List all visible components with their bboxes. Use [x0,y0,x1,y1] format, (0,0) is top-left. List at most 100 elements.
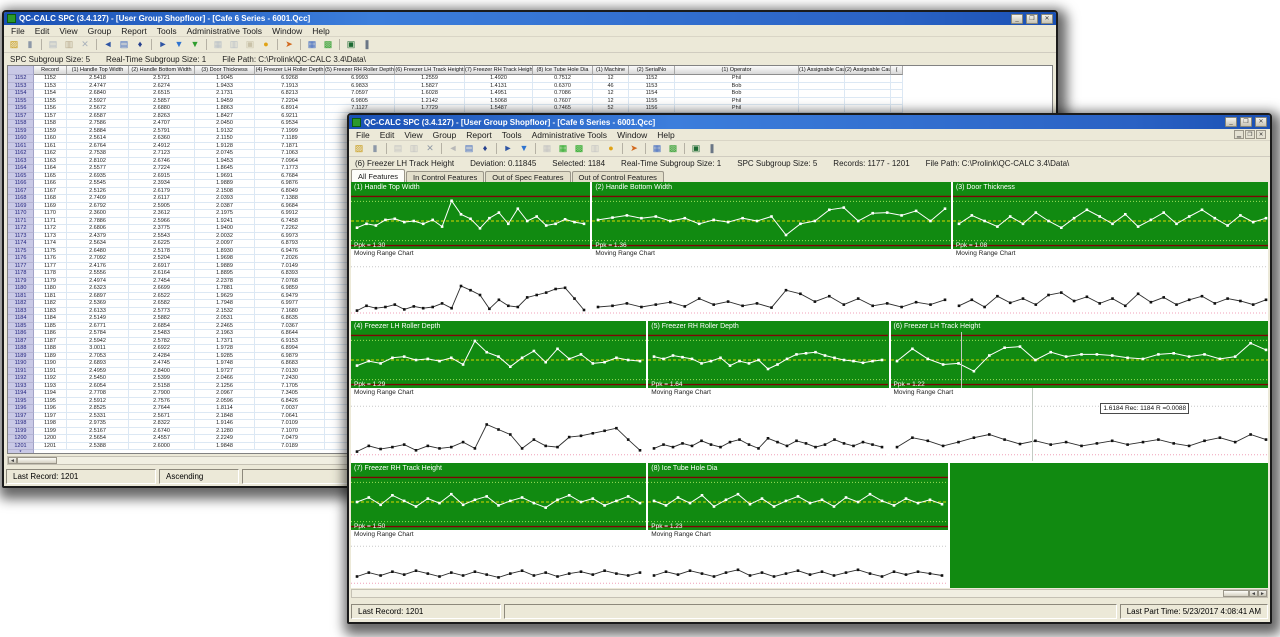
paste-icon[interactable]: ▥ [407,142,421,155]
front-menu-view[interactable]: View [399,130,427,140]
delete-x-icon[interactable]: ✕ [423,142,437,155]
front-horizontal-scrollbar[interactable]: ◄ ► [351,589,1268,598]
grid-icon[interactable]: ▦ [211,38,225,51]
gage-icon[interactable]: ▣ [243,38,257,51]
moving-range-series[interactable] [648,540,948,588]
moving-range-series[interactable] [351,398,646,461]
open-file-icon[interactable]: ▨ [7,38,21,51]
xbar-series[interactable] [648,332,888,388]
wrench-icon[interactable]: ➤ [627,142,641,155]
scroll-thumb[interactable] [17,457,57,464]
xbar-chart[interactable]: Ppk = 1.22 [891,332,1268,388]
report-icon[interactable]: ▤ [117,38,131,51]
back-menu-administrative-tools[interactable]: Administrative Tools [182,26,267,36]
tab-in-control-features[interactable]: In Control Features [406,171,484,182]
tab-out-of-spec-features[interactable]: Out of Spec Features [485,171,570,182]
tab-out-of-control-features[interactable]: Out of Control Features [572,171,664,182]
table-row[interactable]: 115311532.47472.62741.94337.19136.98331.… [8,83,1052,91]
delete-record-icon[interactable]: ▮ [23,38,37,51]
moving-range-chart[interactable] [351,398,646,461]
minimize-button[interactable]: _ [1225,117,1237,127]
back-titlebar[interactable]: QC-CALC SPC (3.4.127) - [User Group Shop… [4,12,1056,25]
column-header[interactable]: (1) Machine [593,66,629,75]
column-header[interactable]: (2) SerialNo [629,66,675,75]
table-row[interactable]: 115411542.68402.65152.17316.82137.05971.… [8,90,1052,98]
datasheet-icon[interactable]: ▦ [650,142,664,155]
front-menu-tools[interactable]: Tools [497,130,527,140]
xbar-chart[interactable]: Ppk = 1.08 [953,193,1268,249]
wrench-icon[interactable]: ➤ [282,38,296,51]
moving-range-chart[interactable] [953,259,1268,319]
column-header[interactable]: (1) Handle Top Width [67,66,129,75]
front-menu-edit[interactable]: Edit [375,130,400,140]
column-header[interactable]: (1) Assignable Cause1 [799,66,845,75]
filter-icon[interactable]: ▼ [172,38,186,51]
front-menu-window[interactable]: Window [612,130,652,140]
moving-range-chart[interactable] [648,540,948,588]
table-row[interactable]: 115211522.54182.57211.90456.92686.99931.… [8,75,1052,83]
column-header[interactable]: (8) Ice Tube Hole Dia [533,66,593,75]
goto-record-icon[interactable]: ► [156,38,170,51]
moving-range-chart[interactable] [351,259,590,319]
xbar-chart[interactable]: Ppk = 1.64 [648,332,888,388]
xbar-chart[interactable]: Ppk = 1.36 [592,193,951,249]
scroll-thumb[interactable] [1223,590,1249,597]
column-header[interactable]: (1) Operator [675,66,799,75]
back-menu-tools[interactable]: Tools [152,26,182,36]
restore-button[interactable]: ❐ [1026,14,1038,24]
xbar-series[interactable] [953,193,1268,249]
mdi-restore-button[interactable]: ❐ [1245,130,1255,139]
open-file-icon[interactable]: ▨ [352,142,366,155]
close-button[interactable]: ✕ [1255,117,1267,127]
row-gutter-header[interactable] [8,66,34,75]
pin-icon[interactable]: ❚ [705,142,719,155]
pin-icon[interactable]: ❚ [360,38,374,51]
paste-icon[interactable]: ▥ [62,38,76,51]
xbar-chart[interactable]: Ppk = 1.30 [351,193,590,249]
mdi-close-button[interactable]: ✕ [1256,130,1266,139]
column-header[interactable]: (3) Door Thickness [195,66,255,75]
front-menu-group[interactable]: Group [428,130,462,140]
xbar-series[interactable] [592,193,951,249]
xbar-series[interactable] [351,332,646,388]
scroll-left-icon[interactable]: ◄ [8,457,17,464]
monitor-icon[interactable]: ▣ [689,142,703,155]
grid-icon[interactable]: ▦ [540,142,554,155]
column-header[interactable]: ( [891,66,903,75]
moving-range-chart[interactable] [351,540,646,588]
green-grid-icon[interactable]: ▩ [666,142,680,155]
table-row[interactable]: 115511552.59272.58571.94597.22046.98051.… [8,98,1052,106]
column-header[interactable]: Record [34,66,67,75]
close-button[interactable]: ✕ [1041,14,1053,24]
scroll-right-icon[interactable]: ► [1258,590,1267,597]
back-menu-report[interactable]: Report [116,26,152,36]
dashboard-icon[interactable]: ▦ [556,142,570,155]
moving-range-chart[interactable] [648,398,888,461]
column-header[interactable]: (2) Assignable Cause2 [845,66,891,75]
back-menu-file[interactable]: File [6,26,30,36]
legend-icon[interactable]: ▥ [588,142,602,155]
first-record-icon[interactable]: ◄ [446,142,460,155]
moving-range-series[interactable] [891,398,1268,461]
bell-icon[interactable]: ♦ [478,142,492,155]
column-header[interactable]: (5) Freezer RH Roller Depth [325,66,395,75]
front-menu-report[interactable]: Report [461,130,497,140]
goto-record-icon[interactable]: ► [501,142,515,155]
first-record-icon[interactable]: ◄ [101,38,115,51]
copy-icon[interactable]: ▤ [46,38,60,51]
moving-range-chart[interactable] [592,259,951,319]
copy-icon[interactable]: ▤ [391,142,405,155]
moving-range-series[interactable] [592,259,951,319]
moving-range-series[interactable] [351,540,646,588]
lamp-icon[interactable]: ● [604,142,618,155]
column-header[interactable]: (2) Handle Bottom Width [129,66,195,75]
xbar-series[interactable] [351,193,590,249]
moving-range-series[interactable] [351,259,590,319]
monitor-icon[interactable]: ▣ [344,38,358,51]
moving-range-series[interactable] [953,259,1268,319]
xbar-chart[interactable]: Ppk = 1.23 [648,474,948,530]
xbar-chart[interactable]: Ppk = 1.29 [351,332,646,388]
moving-range-series[interactable] [648,398,888,461]
moving-range-chart[interactable]: 1.6184 Rec: 1184 R =0.0088 [891,398,1268,461]
export-icon[interactable]: ▼ [188,38,202,51]
